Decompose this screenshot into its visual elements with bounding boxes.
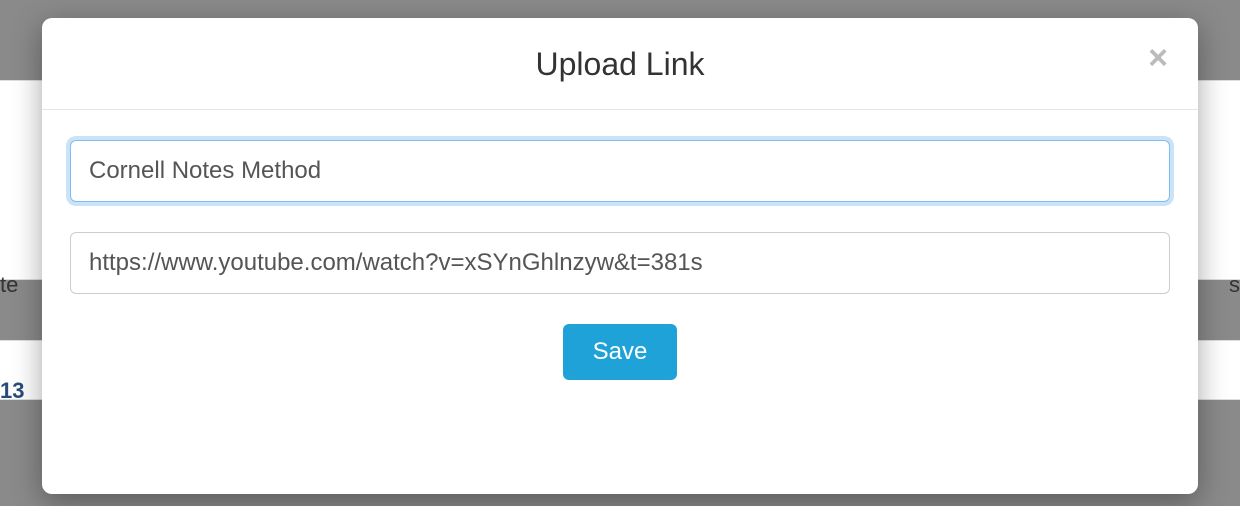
background-text-fragment: s [1229, 272, 1240, 298]
close-icon: × [1148, 41, 1168, 75]
background-text-fragment: 13 [0, 378, 24, 404]
save-button[interactable]: Save [563, 324, 678, 380]
modal-title: Upload Link [62, 46, 1178, 83]
close-button[interactable]: × [1140, 40, 1176, 76]
link-title-input[interactable] [70, 140, 1170, 202]
modal-body: Save [42, 110, 1198, 420]
link-url-input[interactable] [70, 232, 1170, 294]
modal-header: Upload Link × [42, 18, 1198, 110]
upload-link-modal: Upload Link × Save [42, 18, 1198, 494]
background-text-fragment: te [0, 272, 18, 298]
